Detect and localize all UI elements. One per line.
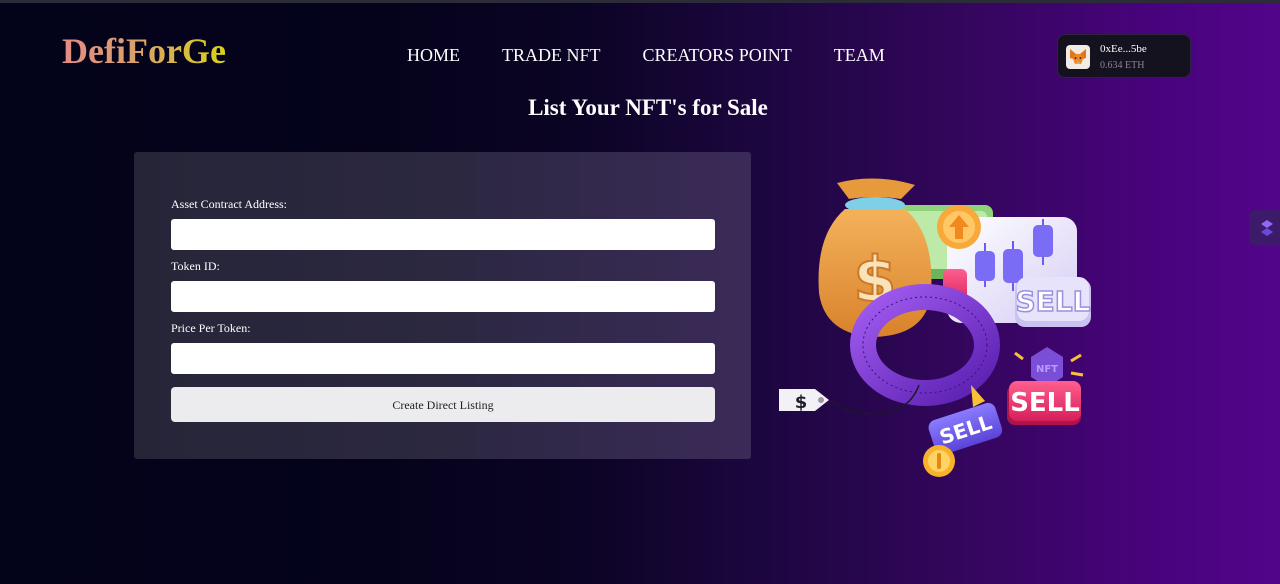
nft-sale-illustration-svg: $ SELL NFT SELL SELL $ [779,178,1091,477]
listing-form-card: Asset Contract Address: Token ID: Price … [134,152,751,459]
contract-address-label: Asset Contract Address: [171,197,287,211]
top-border [0,0,1280,3]
create-direct-listing-button[interactable]: Create Direct Listing [171,387,715,422]
wallet-address: 0xEe...5be [1100,43,1147,55]
contract-address-input[interactable] [171,219,715,250]
nft-sale-illustration: $ SELL NFT SELL SELL $ [775,175,1095,485]
token-id-input[interactable] [171,281,715,312]
tag-dollar-sign: $ [795,392,808,413]
main-nav: HOME TRADE NFT CREATORS POINT TEAM [407,44,885,66]
nav-trade-nft[interactable]: TRADE NFT [502,44,601,66]
sell-large-text: SELL [1016,285,1091,318]
sell-badge-large: SELL [1015,277,1091,327]
price-per-token-label: Price Per Token: [171,321,251,335]
token-id-label: Token ID: [171,259,220,273]
side-widget-tab[interactable] [1249,210,1280,246]
nav-creators-point[interactable]: CREATORS POINT [643,44,792,66]
sell-pink-text: SELL [1010,388,1080,418]
nav-home[interactable]: HOME [407,44,460,66]
up-arrow-coin-icon [937,205,981,249]
nav-team[interactable]: TEAM [834,44,885,66]
wallet-button[interactable]: 0xEe...5be 0.634 ETH [1057,34,1191,78]
side-widget-icon [1261,220,1273,236]
metamask-fox-icon [1066,45,1090,69]
nft-badge-text: NFT [1036,364,1058,375]
brand-logo[interactable]: DefiForGe [62,30,226,72]
sell-badge-pink: SELL [1007,381,1081,425]
coin-icon [923,445,955,477]
page-title: List Your NFT's for Sale [528,95,768,120]
wallet-balance: 0.634 ETH [1100,60,1145,71]
price-per-token-input[interactable] [171,343,715,374]
megaphone-icon [971,385,985,407]
